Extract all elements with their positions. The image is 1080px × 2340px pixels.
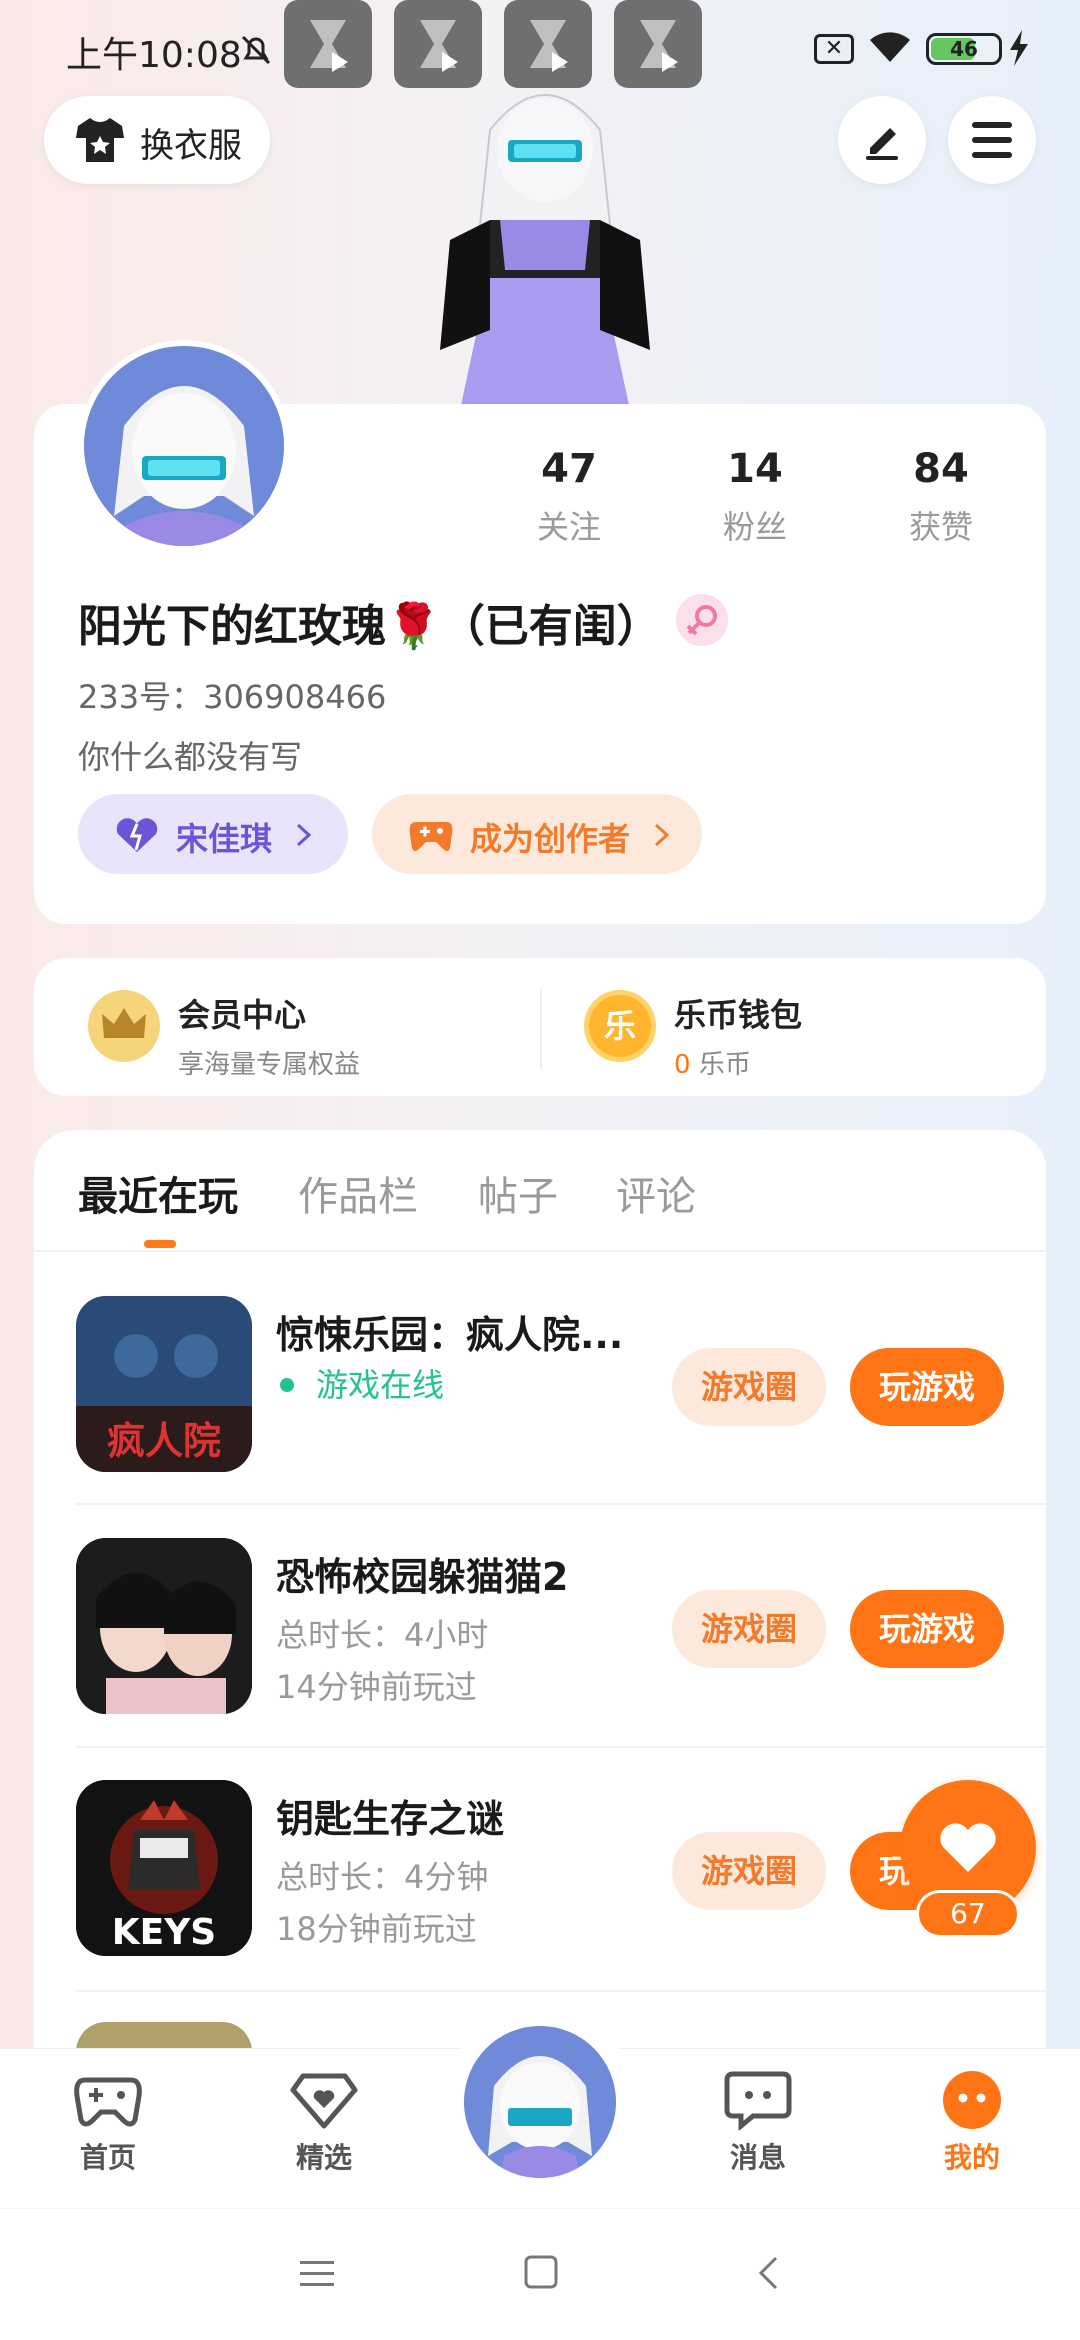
tab-recently-played[interactable]: 最近在玩	[78, 1164, 238, 1222]
game-last-played: 14分钟前玩过	[276, 1668, 477, 1706]
username: 阳光下的红玫瑰🌹（已有闺）	[78, 601, 661, 652]
member-center-title: 会员中心	[178, 996, 307, 1034]
online-dot	[280, 1378, 294, 1392]
edit-button[interactable]	[838, 96, 926, 184]
charging-icon	[1008, 30, 1030, 70]
game-duration: 总时长：4小时	[276, 1616, 489, 1654]
play-game-button[interactable]: 玩游戏	[850, 1348, 1004, 1426]
stat-value: 14	[727, 446, 783, 492]
nav-mine[interactable]: 我的	[902, 2070, 1042, 2176]
nav-center-avatar[interactable]	[460, 2022, 620, 2182]
stat-following[interactable]: 47 关注	[494, 446, 644, 548]
game-last-played: 18分钟前玩过	[276, 1910, 477, 1948]
stat-label: 粉丝	[722, 508, 787, 546]
game-title: 钥匙生存之谜	[276, 1797, 505, 1841]
wifi-icon	[868, 28, 912, 68]
heart-icon	[940, 1823, 996, 1872]
stat-label: 获赞	[908, 508, 973, 546]
nav-label: 我的	[943, 2141, 1000, 2174]
game-title: 惊悚乐园：疯人院...	[276, 1313, 624, 1357]
wallet-amount: 0	[674, 1050, 691, 1080]
avatar[interactable]	[78, 340, 290, 552]
back-icon[interactable]	[756, 2255, 780, 2291]
stat-value: 84	[913, 446, 969, 492]
partner-chip-label: 宋佳琪	[176, 820, 273, 858]
crown-icon	[88, 990, 160, 1062]
game-circle-button[interactable]: 游戏圈	[672, 1590, 826, 1668]
tab-indicator	[144, 1240, 176, 1248]
face-icon	[937, 2070, 1007, 2130]
game-circle-button[interactable]: 游戏圈	[672, 1832, 826, 1910]
double-heart-icon	[116, 818, 158, 852]
game-icon: KEYS	[76, 1780, 252, 1956]
nav-messages[interactable]: 消息	[688, 2070, 828, 2176]
become-creator-label: 成为创作者	[470, 820, 631, 858]
status-time: 上午10:08	[66, 35, 242, 76]
divider	[76, 1746, 1046, 1748]
tab-works[interactable]: 作品栏	[298, 1164, 418, 1222]
divider	[76, 1990, 1046, 1992]
nav-label: 消息	[729, 2141, 786, 2174]
app-notification-icon	[284, 0, 372, 88]
list-item[interactable]: 恐怖校园躲猫猫2 总时长：4小时 14分钟前玩过 游戏圈 玩游戏	[76, 1538, 1046, 1718]
coin-icon: 乐	[584, 990, 656, 1062]
wallet-subtitle: 0 乐币	[674, 1044, 934, 1081]
tab-comments[interactable]: 评论	[616, 1164, 696, 1222]
list-item[interactable]: 疯人院 惊悚乐园：疯人院... 游戏在线 游戏圈 玩游戏	[76, 1296, 1046, 1476]
gamepad-icon	[409, 822, 453, 851]
game-status: 游戏在线	[276, 1360, 444, 1406]
bell-muted-icon	[238, 32, 274, 68]
game-status-text: 游戏在线	[316, 1366, 445, 1404]
vip-divider	[540, 990, 542, 1070]
tab-posts[interactable]: 帖子	[478, 1164, 558, 1222]
stat-label: 关注	[536, 508, 601, 546]
menu-button[interactable]	[948, 96, 1036, 184]
stat-value: 47	[541, 446, 597, 492]
game-icon: 疯人院	[76, 1296, 252, 1472]
chat-icon	[723, 2070, 793, 2132]
member-center-subtitle: 享海量专属权益	[178, 1050, 361, 1080]
play-game-button[interactable]: 玩游戏	[850, 1590, 1004, 1668]
nav-label: 精选	[295, 2141, 352, 2174]
nav-label: 首页	[79, 2141, 136, 2174]
wallet-unit: 乐币	[698, 1050, 751, 1080]
system-nav-bar	[0, 2208, 1080, 2340]
pencil-icon	[866, 128, 898, 160]
like-count: 67	[916, 1890, 1020, 1938]
game-circle-button[interactable]: 游戏圈	[672, 1348, 826, 1426]
nav-featured[interactable]: 精选	[254, 2070, 394, 2176]
shirt-icon	[76, 118, 124, 162]
recent-apps-icon[interactable]	[300, 2259, 334, 2289]
chevron-right-icon	[296, 823, 312, 847]
wallet-title: 乐币钱包	[674, 996, 803, 1034]
bio: 你什么都没有写	[78, 738, 303, 776]
avatar-character[interactable]	[430, 70, 660, 410]
battery-icon: 46	[926, 33, 1002, 65]
change-outfit-label: 换衣服	[140, 126, 242, 166]
stat-likes[interactable]: 84 获赞	[866, 446, 1016, 548]
become-creator-chip[interactable]: 成为创作者	[372, 794, 702, 874]
divider	[76, 1503, 1046, 1505]
game-duration: 总时长：4分钟	[276, 1858, 489, 1896]
game-icon-text: KEYS	[112, 1912, 216, 1953]
list-item[interactable]: KEYS 钥匙生存之谜 总时长：4分钟 18分钟前玩过 游戏圈 玩游戏	[76, 1780, 1046, 1960]
divider	[34, 1250, 1046, 1252]
hamburger-icon	[972, 122, 1012, 158]
game-icon-text: 疯人院	[107, 1419, 221, 1463]
game-title: 恐怖校园躲猫猫2	[276, 1555, 569, 1599]
game-icon	[76, 1538, 252, 1714]
chevron-right-icon	[654, 823, 670, 847]
change-outfit-button[interactable]: 换衣服	[44, 96, 270, 184]
gamepad-icon	[73, 2070, 143, 2130]
nav-home[interactable]: 首页	[38, 2070, 178, 2176]
home-icon[interactable]	[524, 2255, 558, 2289]
heart-badge-icon	[289, 2070, 359, 2130]
partner-chip[interactable]: 宋佳琪	[78, 794, 348, 874]
user-id: 233号：306908466	[78, 678, 387, 716]
no-sim-icon: ✕	[814, 34, 854, 64]
stat-fans[interactable]: 14 粉丝	[680, 446, 830, 548]
female-icon	[676, 594, 728, 646]
